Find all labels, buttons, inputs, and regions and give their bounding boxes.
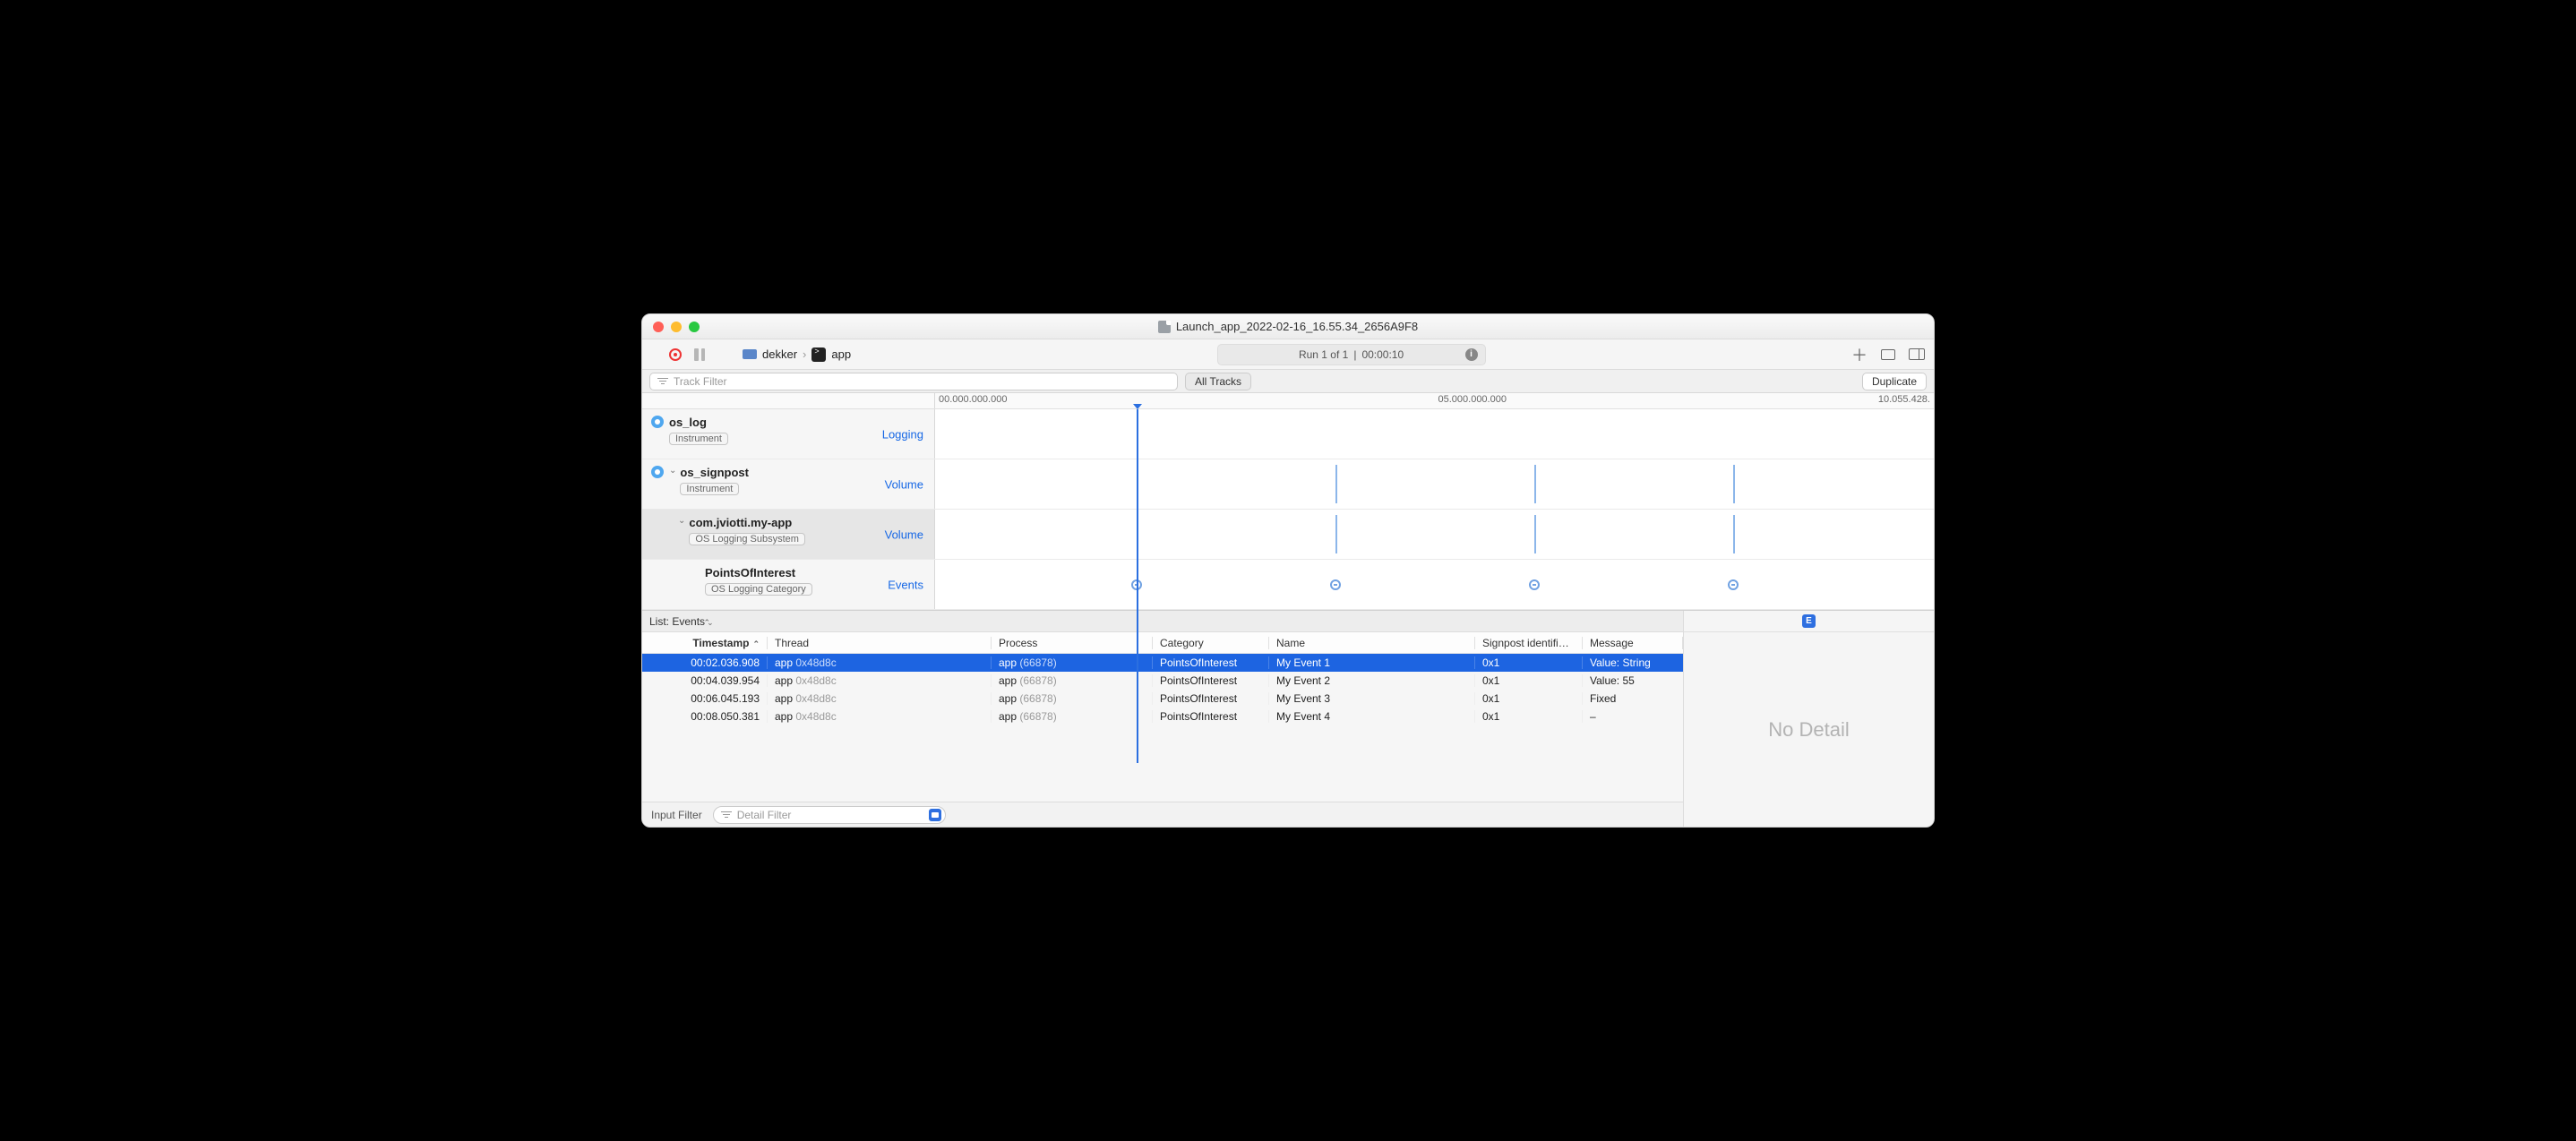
- ruler-tick-10: 10.055.428.: [1875, 394, 1930, 405]
- col-timestamp[interactable]: Timestamp⌃: [642, 637, 768, 649]
- track-title: com.jviotti.my-app: [689, 516, 805, 529]
- minimize-window-button[interactable]: [671, 322, 682, 332]
- titlebar: Launch_app_2022-02-16_16.55.34_2656A9F8: [642, 314, 1934, 339]
- inspector-panel: E No Detail: [1683, 611, 1934, 827]
- signpost-bar: [1534, 515, 1536, 553]
- track-os-log[interactable]: os_log Instrument Logging: [642, 409, 1934, 459]
- list-mode-popup[interactable]: List: Events: [642, 611, 1683, 632]
- detail-footer: Input Filter Detail Filter: [642, 802, 1683, 827]
- track-os-signpost[interactable]: ⌄ os_signpost Instrument Volume: [642, 459, 1934, 510]
- track-scope-popup[interactable]: All Tracks: [1185, 373, 1251, 390]
- detail-area: List: Events Timestamp⌃ Thread Process C…: [642, 610, 1934, 827]
- signpost-bar: [1534, 465, 1536, 503]
- sort-asc-icon: ⌃: [752, 639, 760, 648]
- run-label: Run 1 of 1: [1299, 348, 1348, 361]
- document-icon: [1158, 321, 1171, 333]
- zoom-window-button[interactable]: [689, 322, 700, 332]
- track-filter-input[interactable]: Track Filter: [649, 373, 1178, 390]
- filter-icon: [721, 811, 732, 819]
- track-points-of-interest[interactable]: PointsOfInterest OS Logging Category Eve…: [642, 560, 1934, 610]
- record-button[interactable]: [669, 348, 682, 361]
- timeline: 00.000.000.000 05.000.000.000 10.055.428…: [642, 393, 1934, 610]
- disclosure-icon[interactable]: ⌄: [669, 466, 676, 476]
- signpost-bar: [1335, 465, 1337, 503]
- track-tag: OS Logging Category: [705, 583, 812, 596]
- col-name[interactable]: Name: [1269, 637, 1475, 649]
- window-title-text: Launch_app_2022-02-16_16.55.34_2656A9F8: [1176, 320, 1418, 333]
- toggle-library-button[interactable]: [1880, 347, 1896, 363]
- track-metric[interactable]: Logging: [882, 427, 923, 441]
- pin-icon[interactable]: [651, 416, 664, 428]
- no-detail-label: No Detail: [1768, 632, 1849, 827]
- signpost-bar: [1733, 465, 1735, 503]
- track-title: os_signpost: [680, 466, 749, 479]
- col-thread[interactable]: Thread: [768, 637, 992, 649]
- instruments-window: Launch_app_2022-02-16_16.55.34_2656A9F8 …: [641, 313, 1935, 828]
- detail-filter-input[interactable]: Detail Filter: [713, 806, 946, 824]
- col-category[interactable]: Category: [1153, 637, 1269, 649]
- event-marker[interactable]: [1728, 579, 1739, 590]
- pin-icon[interactable]: [651, 466, 664, 478]
- track-metric[interactable]: Events: [888, 578, 923, 591]
- track-tag: OS Logging Subsystem: [689, 533, 805, 545]
- duplicate-button[interactable]: Duplicate: [1862, 373, 1927, 390]
- ruler-tick-0: 00.000.000.000: [935, 394, 1007, 405]
- device-icon: [743, 349, 757, 359]
- time-ruler[interactable]: 00.000.000.000 05.000.000.000 10.055.428…: [642, 393, 1934, 409]
- table-row[interactable]: 00:06.045.193app 0x48d8capp (66878)Point…: [642, 690, 1683, 708]
- col-process[interactable]: Process: [992, 637, 1153, 649]
- toolbar: dekker › app Run 1 of 1 | 00:00:10 i ＋: [642, 339, 1934, 370]
- disclosure-icon[interactable]: ⌄: [678, 516, 685, 526]
- playhead[interactable]: [1137, 409, 1138, 763]
- filterbar: Track Filter All Tracks Duplicate: [642, 370, 1934, 393]
- run-status[interactable]: Run 1 of 1 | 00:00:10 i: [1217, 344, 1486, 365]
- track-title: PointsOfInterest: [705, 566, 812, 579]
- toggle-sidebar-button[interactable]: [1909, 347, 1925, 363]
- track-subsystem[interactable]: ⌄ com.jviotti.my-app OS Logging Subsyste…: [642, 510, 1934, 560]
- track-metric[interactable]: Volume: [885, 528, 923, 541]
- filter-badge-icon[interactable]: [929, 809, 941, 821]
- filter-icon: [657, 377, 668, 386]
- input-filter-label[interactable]: Input Filter: [651, 809, 702, 821]
- event-marker[interactable]: [1529, 579, 1540, 590]
- app-icon: [811, 347, 826, 362]
- target-name: app: [831, 347, 851, 361]
- close-window-button[interactable]: [653, 322, 664, 332]
- table-row[interactable]: 00:04.039.954app 0x48d8capp (66878)Point…: [642, 672, 1683, 690]
- table-row[interactable]: 00:02.036.908app 0x48d8capp (66878)Point…: [642, 654, 1683, 672]
- event-marker[interactable]: [1330, 579, 1341, 590]
- table-row[interactable]: 00:08.050.381app 0x48d8capp (66878)Point…: [642, 708, 1683, 725]
- track-metric[interactable]: Volume: [885, 477, 923, 491]
- events-table: Timestamp⌃ Thread Process Category Name …: [642, 632, 1683, 802]
- ruler-tick-5: 05.000.000.000: [1435, 394, 1507, 405]
- run-time: 00:00:10: [1361, 348, 1404, 361]
- info-icon[interactable]: i: [1465, 348, 1478, 361]
- inspector-badge[interactable]: E: [1802, 614, 1816, 628]
- device-name: dekker: [762, 347, 797, 361]
- track-tag: Instrument: [680, 483, 739, 495]
- track-filter-placeholder: Track Filter: [674, 375, 727, 388]
- signpost-bar: [1335, 515, 1337, 553]
- pause-button[interactable]: [694, 348, 705, 361]
- add-instrument-button[interactable]: ＋: [1851, 347, 1868, 363]
- window-title: Launch_app_2022-02-16_16.55.34_2656A9F8: [642, 320, 1934, 333]
- col-message[interactable]: Message: [1583, 637, 1683, 649]
- table-header[interactable]: Timestamp⌃ Thread Process Category Name …: [642, 632, 1683, 654]
- detail-filter-placeholder: Detail Filter: [737, 809, 792, 821]
- chevron-right-icon: ›: [803, 347, 806, 361]
- col-signpost[interactable]: Signpost identifi…: [1475, 637, 1583, 649]
- signpost-bar: [1733, 515, 1735, 553]
- track-tag: Instrument: [669, 433, 728, 445]
- target-breadcrumb[interactable]: dekker › app: [743, 347, 851, 362]
- track-title: os_log: [669, 416, 728, 429]
- window-controls: [642, 322, 700, 332]
